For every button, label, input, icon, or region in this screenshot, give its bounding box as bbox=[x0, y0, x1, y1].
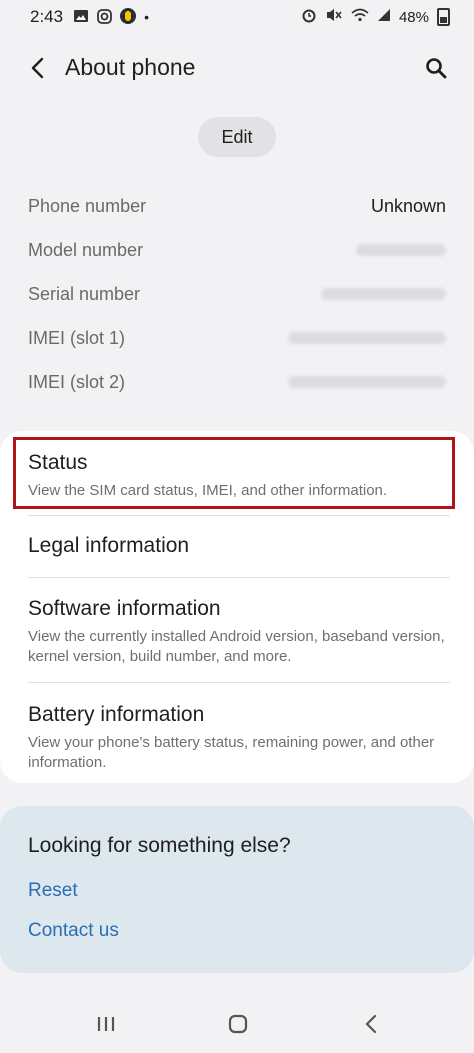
menu-item-battery-information[interactable]: Battery information View your phone's ba… bbox=[28, 703, 448, 773]
reset-link[interactable]: Reset bbox=[28, 880, 78, 902]
app-bar: About phone bbox=[0, 40, 474, 96]
info-label: Model number bbox=[28, 239, 144, 260]
divider bbox=[28, 515, 450, 516]
status-bar: 2:43 • 48% bbox=[0, 0, 474, 34]
highlight-box bbox=[13, 437, 455, 509]
menu-item-title: Battery information bbox=[28, 703, 205, 726]
home-icon bbox=[228, 1014, 248, 1034]
wifi-icon bbox=[351, 8, 369, 26]
back-nav-button[interactable] bbox=[356, 1012, 386, 1036]
info-row-phone-number: Phone number Unknown bbox=[28, 184, 446, 228]
menu-item-software-information[interactable]: Software information View the currently … bbox=[28, 597, 448, 667]
page-title: About phone bbox=[65, 54, 196, 80]
dot-icon: • bbox=[144, 9, 149, 25]
redacted-value bbox=[288, 332, 446, 344]
contact-us-link[interactable]: Contact us bbox=[28, 920, 119, 942]
suggestions-title: Looking for something else? bbox=[28, 834, 291, 857]
back-nav-icon bbox=[365, 1014, 377, 1034]
info-row-model-number: Model number bbox=[28, 228, 446, 272]
info-label: Phone number bbox=[28, 195, 147, 216]
system-nav-bar bbox=[0, 996, 474, 1053]
search-icon bbox=[426, 58, 447, 79]
info-value: Unknown bbox=[370, 195, 446, 216]
instagram-icon bbox=[97, 8, 112, 26]
suggestions-card: Looking for something else? Reset Contac… bbox=[0, 806, 474, 973]
clock: 2:43 bbox=[30, 7, 64, 26]
signal-icon bbox=[377, 8, 391, 26]
info-row-imei-2: IMEI (slot 2) bbox=[28, 360, 446, 404]
back-arrow-icon bbox=[31, 57, 44, 79]
divider bbox=[28, 682, 450, 683]
alarm-icon bbox=[301, 7, 317, 27]
menu-item-title: Legal information bbox=[28, 534, 190, 557]
mute-icon bbox=[325, 7, 343, 27]
menu-item-subtitle: View the currently installed Android ver… bbox=[28, 628, 445, 665]
divider bbox=[28, 577, 450, 578]
recents-icon bbox=[97, 1017, 115, 1031]
info-label: IMEI (slot 2) bbox=[28, 371, 126, 392]
info-row-serial-number: Serial number bbox=[28, 272, 446, 316]
recents-button[interactable] bbox=[91, 1012, 121, 1036]
edit-button[interactable]: Edit bbox=[198, 117, 276, 157]
redacted-value bbox=[356, 244, 446, 256]
status-bar-left: 2:43 • bbox=[30, 7, 157, 27]
norton-icon bbox=[120, 8, 137, 26]
menu-item-title: Software information bbox=[28, 597, 221, 620]
redacted-value bbox=[321, 288, 446, 300]
info-label: Serial number bbox=[28, 283, 141, 304]
back-button[interactable] bbox=[24, 54, 52, 82]
menu-item-legal-information[interactable]: Legal information bbox=[28, 534, 448, 558]
home-button[interactable] bbox=[223, 1012, 253, 1036]
menu-item-subtitle: View your phone's battery status, remain… bbox=[28, 734, 435, 771]
gallery-icon bbox=[73, 9, 89, 25]
search-button[interactable] bbox=[422, 54, 450, 82]
info-row-imei-1: IMEI (slot 1) bbox=[28, 316, 446, 360]
redacted-value bbox=[288, 376, 446, 388]
info-label: IMEI (slot 1) bbox=[28, 327, 126, 348]
status-bar-right: 48% bbox=[301, 7, 450, 27]
device-info-list: Phone number Unknown Model number Serial… bbox=[28, 184, 446, 404]
battery-percent: 48% bbox=[398, 8, 429, 26]
battery-icon bbox=[437, 8, 450, 26]
